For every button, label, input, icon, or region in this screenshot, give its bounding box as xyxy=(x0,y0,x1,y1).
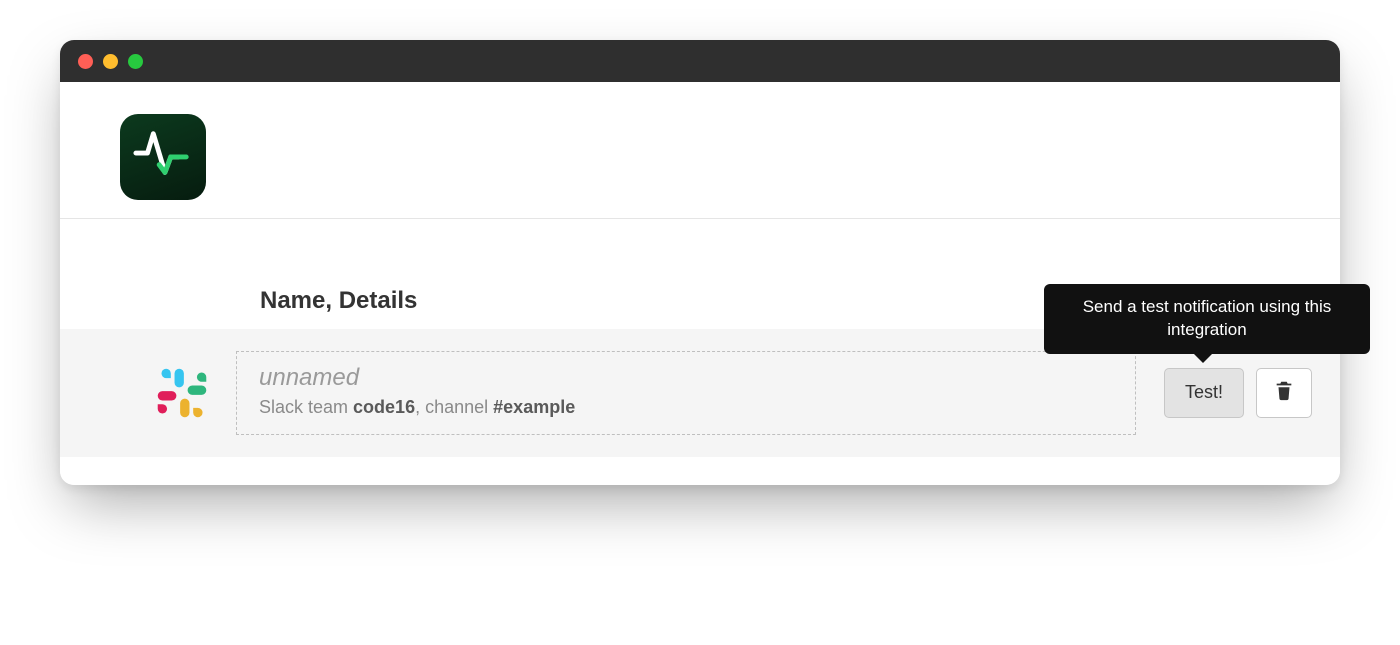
integration-row: unnamed Slack team code16, channel #exam… xyxy=(60,329,1340,457)
integration-details: Slack team code16, channel #example xyxy=(259,397,1113,418)
integration-name-field[interactable]: unnamed Slack team code16, channel #exam… xyxy=(236,351,1136,435)
details-mid: , channel xyxy=(415,397,493,417)
delete-button[interactable] xyxy=(1256,368,1312,418)
app-logo xyxy=(120,114,206,200)
integrations-section: Name, Details xyxy=(60,219,1340,485)
details-team: code16 xyxy=(353,397,415,417)
integration-name-value: unnamed xyxy=(259,364,1113,393)
details-prefix: Slack team xyxy=(259,397,353,417)
window-minimize-button[interactable] xyxy=(103,54,118,69)
test-button-tooltip: Send a test notification using this inte… xyxy=(1044,284,1370,354)
trash-icon xyxy=(1273,379,1295,406)
pulse-icon xyxy=(132,124,194,191)
window-close-button[interactable] xyxy=(78,54,93,69)
window-zoom-button[interactable] xyxy=(128,54,143,69)
page-header xyxy=(60,82,1340,219)
app-window: Name, Details xyxy=(60,40,1340,485)
window-titlebar xyxy=(60,40,1340,82)
test-button[interactable]: Test! xyxy=(1164,368,1244,418)
slack-icon xyxy=(150,361,214,425)
row-actions: Send a test notification using this inte… xyxy=(1164,368,1312,418)
window-body: Name, Details xyxy=(60,82,1340,485)
details-channel: #example xyxy=(493,397,575,417)
